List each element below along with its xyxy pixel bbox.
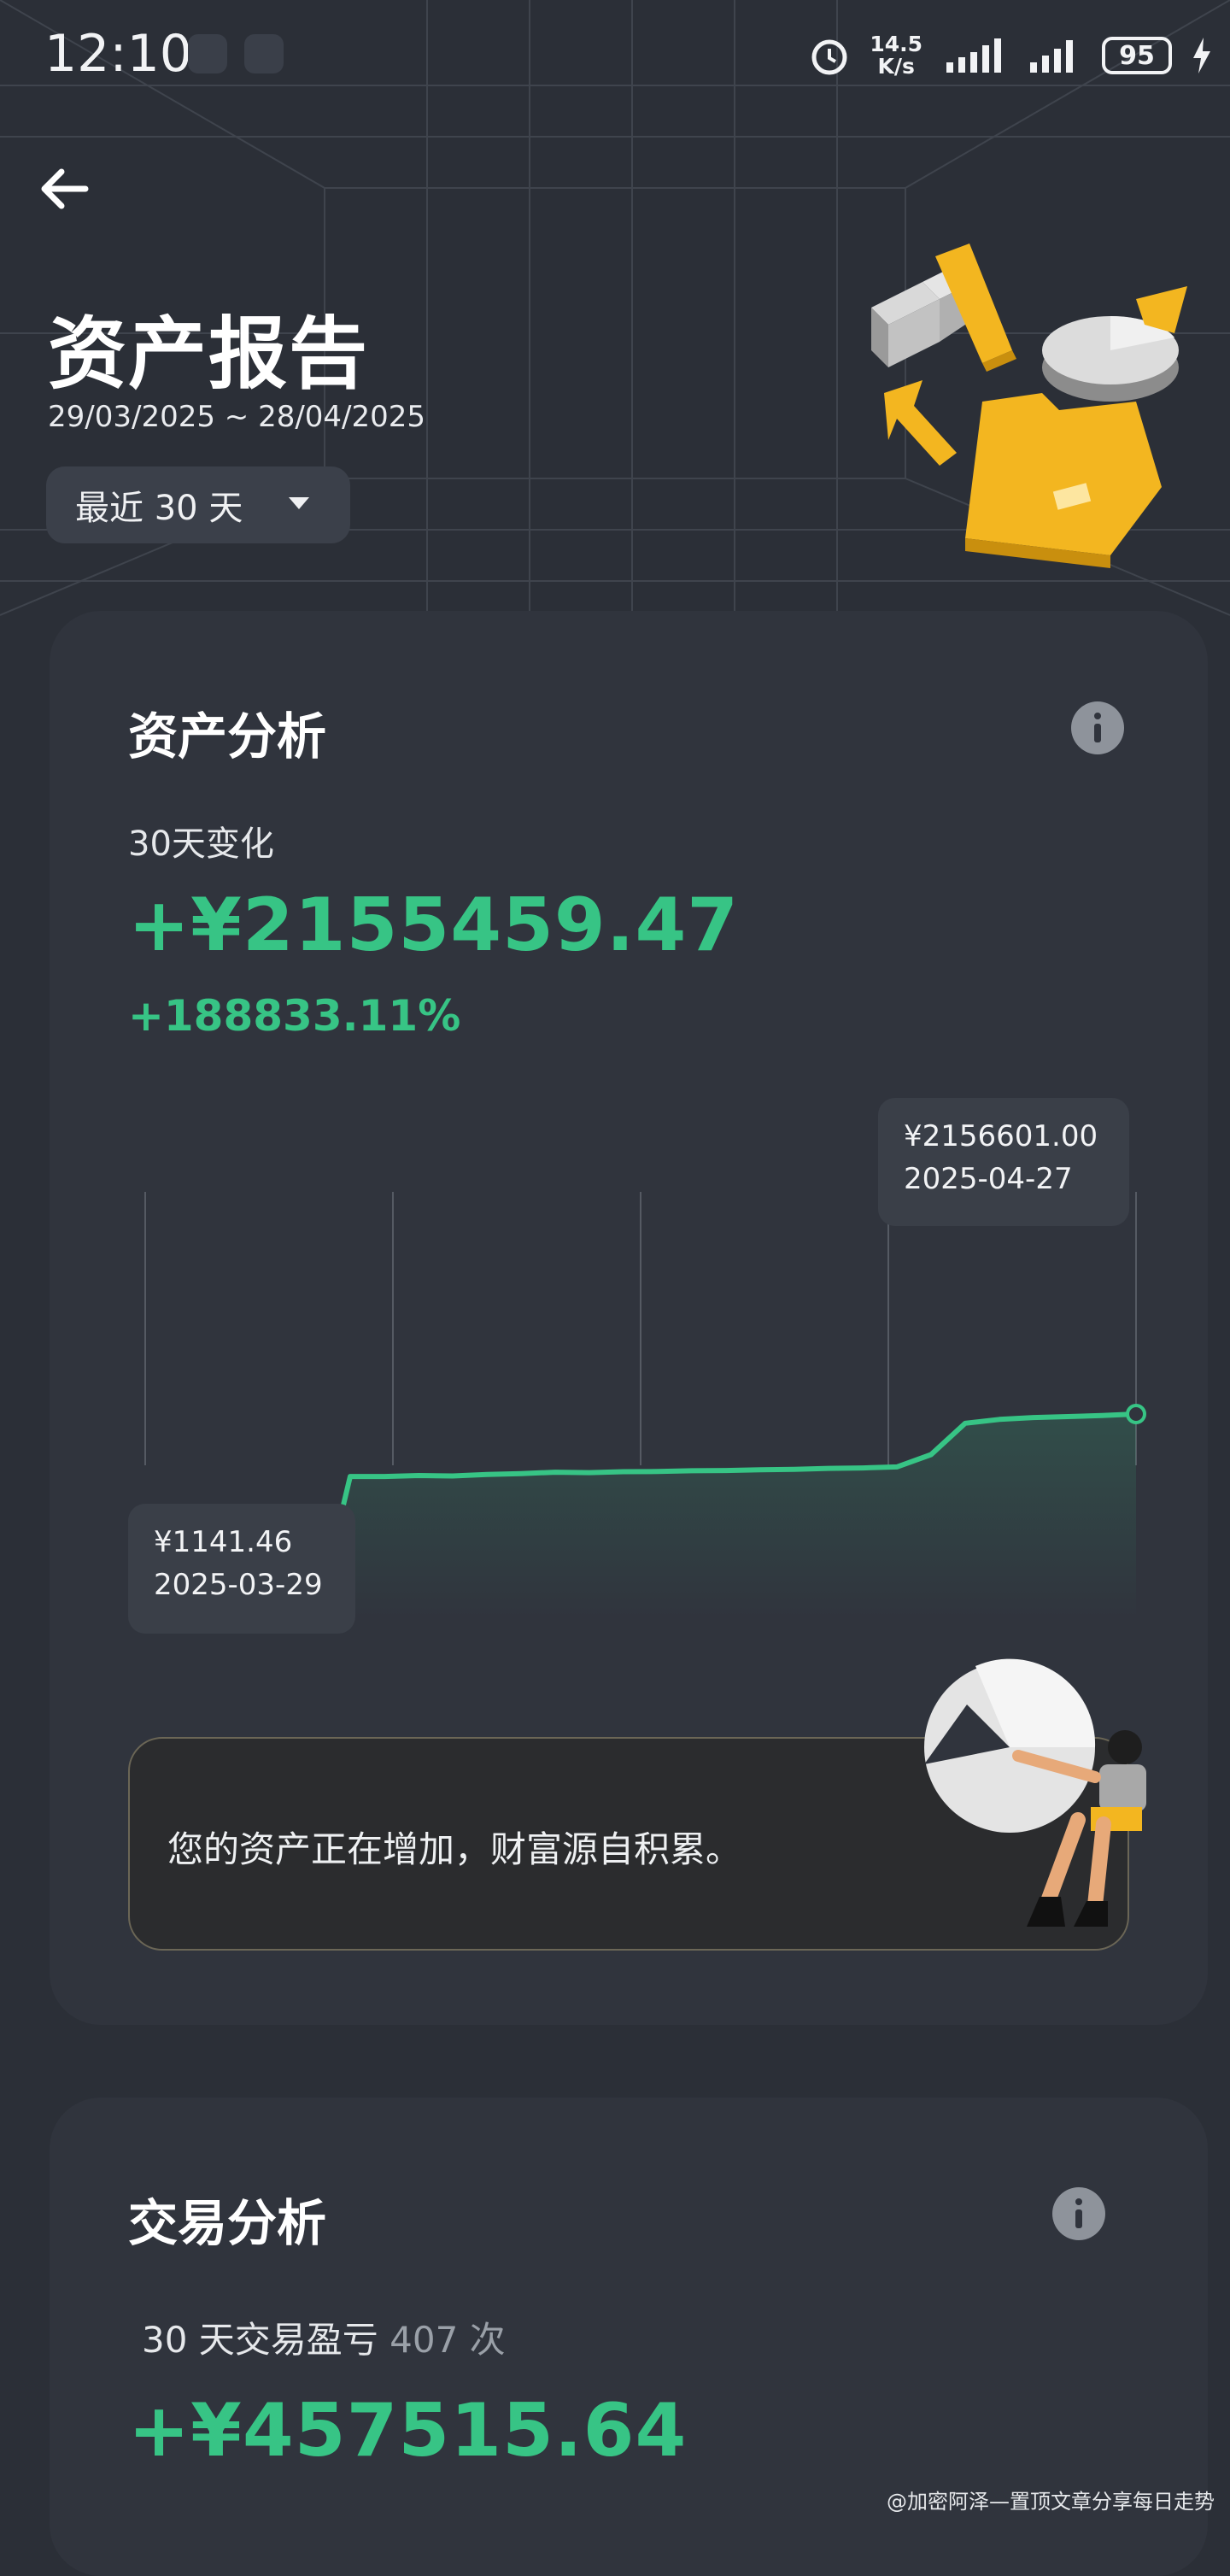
alarm-icon bbox=[811, 39, 847, 75]
charging-icon bbox=[1193, 38, 1210, 73]
trade-pnl-amount: +¥457515.64 bbox=[128, 2388, 688, 2473]
period-select-label: 最近 30 天 bbox=[75, 489, 243, 528]
date-range: 29/03/2025 ~ 28/04/2025 bbox=[48, 400, 426, 434]
asset-report-illustration bbox=[871, 244, 1187, 568]
info-icon[interactable] bbox=[1052, 2187, 1105, 2240]
asset-message-banner: 您的资产正在增加，财富源自积累。 bbox=[128, 1658, 1146, 1951]
signal-icon bbox=[946, 38, 1001, 73]
watermark: @加密阿泽—置顶文章分享每日走势 bbox=[887, 2490, 1215, 2514]
info-icon[interactable] bbox=[1071, 701, 1124, 754]
asset-analysis-card: 资产分析 30天变化 +¥2155459.47 +188833.11% ¥114… bbox=[50, 611, 1208, 2025]
tooltip-start-date: 2025-03-29 bbox=[154, 1568, 323, 1602]
change-percent: +188833.11% bbox=[128, 991, 461, 1041]
caret-down-icon bbox=[289, 497, 309, 509]
tooltip-end-date: 2025-04-27 bbox=[904, 1162, 1073, 1196]
asset-message-text: 您的资产正在增加，财富源自积累。 bbox=[167, 1828, 742, 1870]
pie-chart-person-illustration bbox=[924, 1658, 1146, 1927]
trade-analysis-title: 交易分析 bbox=[128, 2194, 327, 2252]
back-arrow-icon[interactable] bbox=[34, 158, 96, 220]
network-speed: 14.5 K/s bbox=[870, 32, 922, 79]
trade-count: 407 次 bbox=[390, 2319, 506, 2361]
tooltip-start-value: ¥1141.46 bbox=[154, 1525, 293, 1559]
period-select[interactable]: 最近 30 天 bbox=[46, 466, 350, 543]
battery-icon: 95 bbox=[1102, 37, 1172, 74]
change-amount: +¥2155459.47 bbox=[128, 883, 740, 968]
notification-app-icon bbox=[188, 34, 227, 73]
change-label: 30天变化 bbox=[128, 824, 274, 864]
asset-analysis-title: 资产分析 bbox=[128, 707, 327, 766]
trade-pnl-label: 30 天交易盈亏 407 次 bbox=[142, 2319, 506, 2361]
status-bar: 12:10 14.5 K/s 95 bbox=[0, 0, 1230, 111]
signal-icon bbox=[1030, 40, 1073, 73]
chart-point-end[interactable] bbox=[1126, 1404, 1146, 1424]
tooltip-end-value: ¥2156601.00 bbox=[904, 1119, 1098, 1153]
chart-tooltip-start: ¥1141.46 2025-03-29 bbox=[128, 1504, 355, 1634]
status-right: 14.5 K/s 95 bbox=[808, 26, 1213, 85]
game-app-icon bbox=[244, 34, 284, 73]
status-time: 12:10 bbox=[44, 24, 192, 84]
page-title: 资产报告 bbox=[48, 308, 370, 400]
chart-tooltip-end: ¥2156601.00 2025-04-27 bbox=[878, 1098, 1129, 1226]
